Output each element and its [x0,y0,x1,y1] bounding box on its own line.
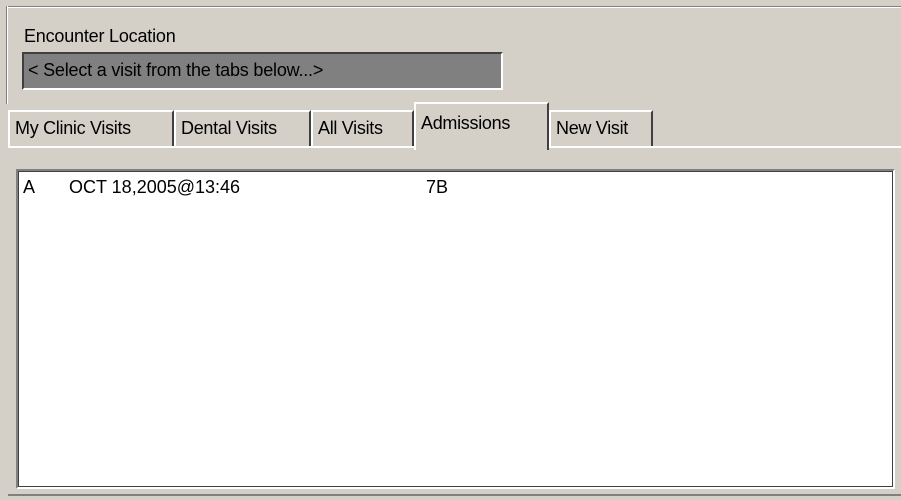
tab-my-clinic-visits[interactable]: My Clinic Visits [8,110,174,148]
list-item[interactable]: A OCT 18,2005@13:46 7B [21,177,881,201]
visit-type: A [23,177,36,197]
visit-location: 7B [426,177,449,197]
visit-datetime: OCT 18,2005@13:46 [69,177,241,197]
encounter-location-label: Encounter Location [24,26,176,46]
tab-all-visits[interactable]: All Visits [311,110,414,148]
tab-dental-visits[interactable]: Dental Visits [174,110,311,148]
panel-frame-top [6,6,901,8]
tab-admissions[interactable]: Admissions [414,102,549,150]
admissions-list[interactable]: A OCT 18,2005@13:46 7B [16,169,895,489]
encounter-window: Encounter Location < Select a visit from… [0,0,901,500]
panel-bottom-edge [8,494,901,496]
encounter-location-field[interactable]: < Select a visit from the tabs below...> [22,52,503,90]
tab-new-visit[interactable]: New Visit [549,110,653,148]
panel-frame-left [6,6,8,104]
visit-tab-strip: My Clinic Visits Dental Visits All Visit… [8,102,901,150]
